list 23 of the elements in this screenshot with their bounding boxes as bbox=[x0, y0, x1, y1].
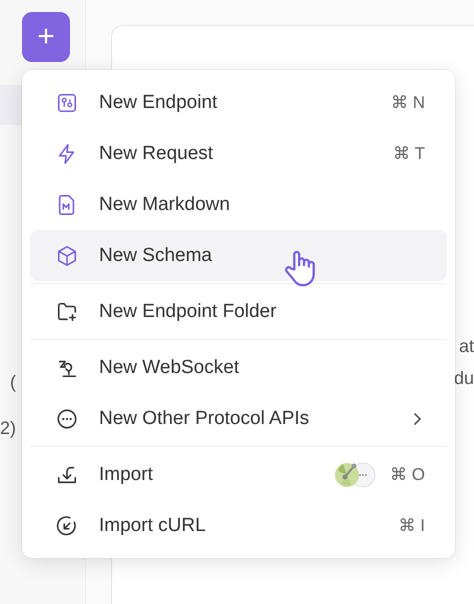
card-text: at bbox=[458, 336, 474, 357]
add-button[interactable]: + bbox=[22, 12, 70, 62]
menu-item[interactable]: New Endpoint Folder bbox=[30, 286, 447, 337]
endpoint-icon bbox=[56, 92, 78, 114]
shortcut-text: ⌘ O bbox=[390, 464, 425, 485]
menu-item[interactable]: New WebSocket bbox=[30, 342, 447, 393]
app-icons-drawing bbox=[334, 462, 376, 488]
shortcut-text: ⌘ I bbox=[398, 515, 425, 536]
cube-icon bbox=[56, 244, 78, 266]
menu-item[interactable]: New Markdown bbox=[30, 179, 447, 230]
menu-item[interactable]: Import ⌘ O bbox=[30, 449, 447, 500]
sidebar-text: ( bbox=[10, 372, 16, 393]
menu-item[interactable]: New Request ⌘ T bbox=[30, 128, 447, 179]
shortcut-text: ⌘ T bbox=[393, 143, 425, 164]
menu-item[interactable]: New Endpoint ⌘ N bbox=[30, 77, 447, 128]
more-icon bbox=[56, 408, 78, 430]
menu-item[interactable]: Import cURL ⌘ I bbox=[30, 500, 447, 551]
hand-cursor-icon bbox=[282, 248, 318, 288]
shortcut-text: ⌘ N bbox=[391, 92, 425, 113]
menu-item[interactable]: New Other Protocol APIs bbox=[30, 393, 447, 444]
sidebar-text: 2) bbox=[0, 418, 16, 439]
folder-plus-icon bbox=[56, 300, 78, 322]
card-text: du bbox=[454, 368, 474, 389]
